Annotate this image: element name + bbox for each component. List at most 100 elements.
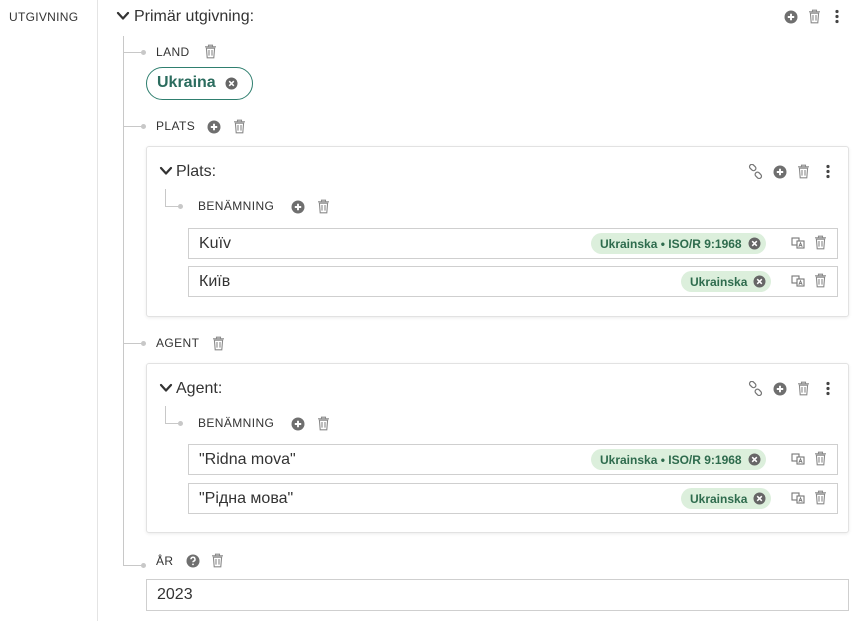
plats-delete-button[interactable] — [233, 119, 246, 138]
plats-card-title: Plats: — [176, 163, 217, 180]
chevron-down-icon — [159, 164, 173, 178]
plats-name-field[interactable]: Kuïv Ukrainska • ISO/R 9:1968 — [188, 228, 838, 259]
language-tag: Ukrainska • ISO/R 9:1968 — [591, 449, 766, 470]
plats-more-button[interactable] — [825, 164, 838, 183]
trash-icon — [317, 199, 330, 214]
plus-circle-icon — [784, 10, 798, 24]
trash-icon — [204, 44, 217, 59]
plats-card-delete-button[interactable] — [797, 164, 810, 183]
trash-icon — [814, 235, 827, 250]
plats-name-field[interactable]: Київ Ukrainska — [188, 266, 838, 297]
trash-icon — [797, 164, 810, 179]
plats-benamning-label: BENÄMNING — [198, 199, 275, 213]
agent-delete-button[interactable] — [212, 336, 225, 355]
plats-name-value: Київ — [199, 273, 231, 290]
trash-icon — [814, 273, 827, 288]
trash-icon — [212, 336, 225, 351]
trash-icon — [211, 553, 224, 568]
plats-add-entry-button[interactable] — [773, 165, 787, 184]
tree-line — [123, 36, 124, 565]
land-label: LAND — [156, 45, 190, 59]
help-circle-icon — [186, 554, 200, 568]
translate-icon — [791, 274, 805, 288]
primary-toggle[interactable] — [116, 9, 130, 28]
plats-label: PLATS — [156, 119, 196, 133]
translate-icon — [791, 452, 805, 466]
plats-card: Plats: BENÄMNING Kuïv Ukrainska • ISO/R … — [146, 146, 849, 317]
primary-delete-button[interactable] — [808, 9, 821, 28]
trash-icon — [317, 416, 330, 431]
plus-circle-icon — [291, 200, 305, 214]
translate-button[interactable] — [791, 274, 805, 293]
tree-node — [141, 50, 146, 55]
translate-button[interactable] — [791, 491, 805, 510]
more-vertical-icon — [825, 164, 838, 179]
year-delete-button[interactable] — [211, 553, 224, 572]
plus-circle-icon — [773, 165, 787, 179]
remove-land-button[interactable] — [225, 77, 238, 96]
plus-circle-icon — [291, 417, 305, 431]
primary-add-button[interactable] — [784, 10, 798, 29]
land-value-chip[interactable]: Ukraina — [146, 67, 253, 100]
year-help-button[interactable] — [186, 554, 200, 573]
translate-button[interactable] — [791, 236, 805, 255]
year-input[interactable]: 2023 — [146, 579, 849, 611]
entry-delete-button[interactable] — [814, 273, 827, 292]
plats-link-button[interactable] — [748, 164, 763, 183]
plus-circle-icon — [207, 120, 221, 134]
agent-name-field[interactable]: "Рідна мова" Ukrainska — [188, 483, 838, 514]
language-tag: Ukrainska — [681, 271, 772, 292]
tree-node — [178, 204, 183, 209]
agent-more-button[interactable] — [825, 381, 838, 400]
agent-name-value: "Ridna mova" — [199, 451, 296, 468]
entry-delete-button[interactable] — [814, 451, 827, 470]
remove-tag-button[interactable] — [748, 237, 761, 250]
tree-node — [141, 124, 146, 129]
section-label: UTGIVNING — [9, 10, 79, 24]
year-value: 2023 — [157, 586, 193, 603]
entry-delete-button[interactable] — [814, 235, 827, 254]
trash-icon — [814, 490, 827, 505]
trash-icon — [233, 119, 246, 134]
remove-tag-button[interactable] — [753, 275, 766, 288]
agent-benamning-add-button[interactable] — [291, 417, 305, 436]
primary-more-button[interactable] — [834, 9, 847, 28]
agent-benamning-label: BENÄMNING — [198, 416, 275, 430]
agent-name-field[interactable]: "Ridna mova" Ukrainska • ISO/R 9:1968 — [188, 444, 838, 475]
agent-card-title: Agent: — [176, 380, 223, 397]
agent-name-value: "Рідна мова" — [199, 490, 294, 507]
remove-tag-button[interactable] — [748, 453, 761, 466]
tree-node — [178, 421, 183, 426]
entry-delete-button[interactable] — [814, 490, 827, 509]
link-icon — [748, 381, 763, 396]
land-delete-button[interactable] — [204, 44, 217, 63]
close-circle-icon — [225, 77, 238, 91]
translate-icon — [791, 491, 805, 505]
agent-benamning-delete-button[interactable] — [317, 416, 330, 435]
plats-add-button[interactable] — [207, 120, 221, 139]
trash-icon — [797, 381, 810, 396]
plats-benamning-delete-button[interactable] — [317, 199, 330, 218]
agent-card: Agent: BENÄMNING "Ridna mova" Ukrainska … — [146, 363, 849, 533]
language-tag-label: Ukrainska • ISO/R 9:1968 — [600, 453, 742, 467]
remove-tag-button[interactable] — [753, 492, 766, 505]
agent-add-entry-button[interactable] — [773, 382, 787, 401]
trash-icon — [814, 451, 827, 466]
agent-label: AGENT — [156, 336, 200, 350]
tree-line — [165, 189, 166, 206]
language-tag-label: Ukrainska • ISO/R 9:1968 — [600, 237, 742, 251]
agent-card-delete-button[interactable] — [797, 381, 810, 400]
plats-toggle[interactable] — [159, 164, 173, 183]
translate-button[interactable] — [791, 452, 805, 471]
more-vertical-icon — [834, 9, 847, 24]
chevron-down-icon — [159, 381, 173, 395]
plats-benamning-add-button[interactable] — [291, 200, 305, 219]
language-tag-label: Ukrainska — [690, 492, 748, 506]
translate-icon — [791, 236, 805, 250]
agent-link-button[interactable] — [748, 381, 763, 400]
tree-node — [141, 563, 146, 568]
trash-icon — [808, 9, 821, 24]
plus-circle-icon — [773, 382, 787, 396]
agent-toggle[interactable] — [159, 381, 173, 400]
plats-name-value: Kuïv — [199, 235, 232, 252]
